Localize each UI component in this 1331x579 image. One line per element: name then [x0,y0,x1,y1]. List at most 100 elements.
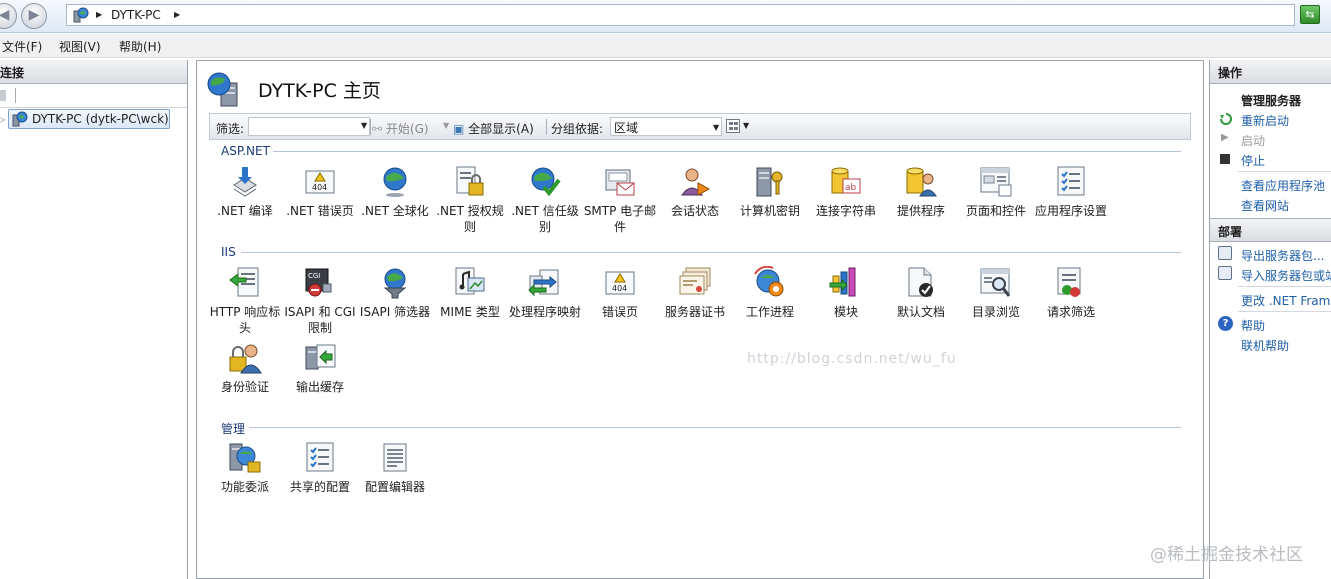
feature-tile[interactable]: CGI ISAPI 和 CGI 限制 [282,266,358,336]
feature-tile[interactable]: 404 .NET 错误页 [282,165,358,219]
view-sites-link[interactable]: 查看网站 [1241,197,1289,214]
feature-tile[interactable]: ISAPI 筛选器 [357,266,433,320]
section-divider [273,151,1181,152]
view-app-pools-link[interactable]: 查看应用程序池 [1241,177,1325,194]
feature-label: 计算机密钥 [739,204,800,218]
address-box[interactable]: ▶ DYTK-PC ▶ [66,4,1295,26]
feature-tile[interactable]: 服务器证书 [657,266,733,320]
feature-label: ISAPI 和 CGI 限制 [284,305,356,335]
feature-tile[interactable]: SMTP 电子邮件 [582,165,658,235]
binoculars-icon: ⚯ [372,122,383,136]
feature-tile[interactable]: 工作进程 [732,265,808,320]
feature-tile[interactable]: 404 错误页 [582,266,658,320]
breadcrumb-arrow[interactable]: ▶ [174,10,180,19]
checklist-icon [1054,165,1088,199]
start-button-label: 开始(G) [385,122,429,136]
start-link[interactable]: 启动 [1241,132,1265,149]
refresh-button[interactable]: ⇆ [1300,5,1320,24]
feature-tile[interactable]: .NET 授权规则 [432,165,508,235]
feature-label: 功能委派 [220,480,269,494]
menu-view[interactable]: 视图(V) [59,38,101,55]
modules-icon [829,266,863,300]
database-ab-icon: ab [829,165,863,199]
change-net-link[interactable]: 更改 .NET Frame [1241,292,1331,309]
feature-tile[interactable]: .NET 全球化 [357,165,433,219]
features-pane: DYTK-PC 主页 筛选: ▼ ⚯ 开始(G) ▼ ▣ 全部显示(A) 分组依… [196,60,1204,579]
toolbar-button-icon[interactable] [0,90,6,101]
feature-tile[interactable]: HTTP 响应标头 [207,266,283,336]
breadcrumb-arrow[interactable]: ▶ [96,10,102,19]
back-button[interactable]: ◀ [0,3,17,29]
tree-node-server[interactable]: DYTK-PC (dytk-PC\wck) [8,109,170,129]
feature-tile[interactable]: 配置编辑器 [357,441,433,495]
feature-tile[interactable]: .NET 编译 [207,165,283,219]
feature-tile[interactable]: 会话状态 [657,165,733,219]
chevron-down-icon[interactable]: ▼ [443,121,449,130]
server-globe-icon [12,111,28,127]
export-package-link[interactable]: 导出服务器包... [1241,247,1324,264]
feature-label: 共享的配置 [289,480,350,494]
tree-node-label: DYTK-PC (dytk-PC\wck) [32,112,169,126]
feature-tile[interactable]: 默认文档 [883,266,959,320]
feature-label: ISAPI 筛选器 [359,305,431,319]
restart-icon [1220,113,1232,125]
page-title: DYTK-PC 主页 [258,80,381,102]
feature-label: 身份验证 [220,380,269,394]
filter-input[interactable] [248,117,370,136]
request-filter-icon [1054,266,1088,300]
online-help-link[interactable]: 联机帮助 [1241,337,1289,354]
config-editor-icon [378,441,412,475]
globe-icon [378,165,412,199]
svg-text:404: 404 [312,183,327,192]
feature-tile[interactable]: 目录浏览 [958,266,1034,320]
actions-pane: 操作 管理服务器 重新启动 ▶ 启动 停止 查看应用程序池 查看网站 部署 导出… [1209,60,1331,579]
forward-button[interactable]: ▶ [21,3,47,29]
database-user-icon [904,165,938,199]
certificate-icon [678,266,712,300]
feature-tile[interactable]: 处理程序映射 [507,266,583,320]
tree-expand-icon[interactable]: ▷ [0,115,5,124]
show-all-button[interactable]: ▣ 全部显示(A) [453,120,534,137]
menu-help[interactable]: 帮助(H) [119,38,161,55]
filter-globe-icon [378,266,412,300]
chevron-down-icon[interactable]: ▼ [743,121,749,130]
feature-tile[interactable]: 计算机密钥 [732,165,808,219]
show-all-label: 全部显示(A) [468,122,534,136]
start-button[interactable]: ⚯ 开始(G) [372,120,429,137]
stop-link[interactable]: 停止 [1241,152,1265,169]
toolbar-separator [546,119,547,135]
feature-label: .NET 编译 [217,204,273,218]
feature-tile[interactable]: 模块 [808,266,884,320]
view-mode-icon[interactable] [726,119,740,133]
feature-tile[interactable]: 提供程序 [883,165,959,219]
feature-tile[interactable]: 输出缓存 [282,341,358,395]
restart-link[interactable]: 重新启动 [1241,112,1289,129]
download-arrow-icon [228,165,262,199]
chevron-down-icon[interactable]: ▼ [361,121,367,130]
feature-tile[interactable]: .NET 信任级别 [507,165,583,235]
feature-tile[interactable]: 页面和控件 [958,165,1034,219]
handler-map-icon [528,266,562,300]
help-link[interactable]: 帮助 [1241,317,1265,334]
feature-tile[interactable]: 身份验证 [207,341,283,395]
import-package-link[interactable]: 导入服务器包或站 [1241,267,1331,284]
stop-icon [1220,154,1230,164]
address-bar: ◀ ▶ ▶ DYTK-PC ▶ ⇆ [0,0,1331,33]
breadcrumb-item[interactable]: DYTK-PC [111,8,161,22]
menu-file[interactable]: 文件(F) [2,38,42,55]
feature-tile[interactable]: MIME 类型 [432,266,508,320]
feature-tile[interactable]: 共享的配置 [282,441,358,495]
worker-process-icon [753,265,787,300]
section-label-aspnet: ASP.NET [221,144,270,158]
toolbar-separator [15,88,16,103]
manage-server-heading: 管理服务器 [1241,94,1302,108]
error-404-icon: 404 [603,266,637,300]
feature-tile[interactable]: 功能委派 [207,441,283,495]
user-session-icon [678,165,712,199]
feature-tile[interactable]: ab 连接字符串 [808,165,884,219]
feature-tile[interactable]: 应用程序设置 [1033,165,1109,219]
connections-pane: 连接 ▷ DYTK-PC (dytk-PC\wck) [0,60,188,579]
globe-check-icon [528,165,562,199]
feature-tile[interactable]: 请求筛选 [1033,266,1109,320]
group-by-select[interactable]: 区域 ▼ [610,117,722,136]
